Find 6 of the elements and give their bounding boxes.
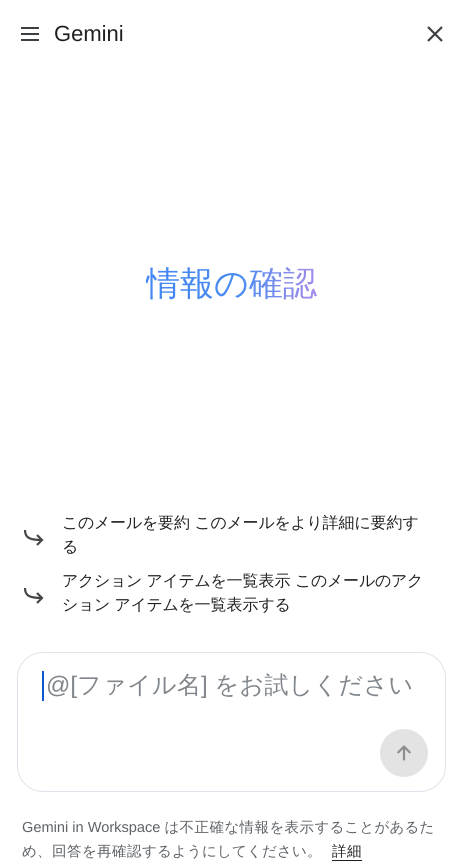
app-title: Gemini	[54, 20, 125, 48]
disclaimer-text: Gemini in Workspace は不正確な情報を表示することがあるため、回答を再確認するようにしてください。 詳細	[22, 819, 436, 862]
details-link[interactable]: 詳細	[332, 844, 362, 860]
suggestion-chip[interactable]: アクション アイテムを一覧表示 このメールのアクション アイテムを一覧表示する	[22, 570, 441, 618]
prompt-field[interactable]: @[ファイル名] をお試しください	[42, 671, 428, 701]
suggestion-chip[interactable]: このメールを要約 このメールをより詳細に要約する	[22, 512, 441, 560]
